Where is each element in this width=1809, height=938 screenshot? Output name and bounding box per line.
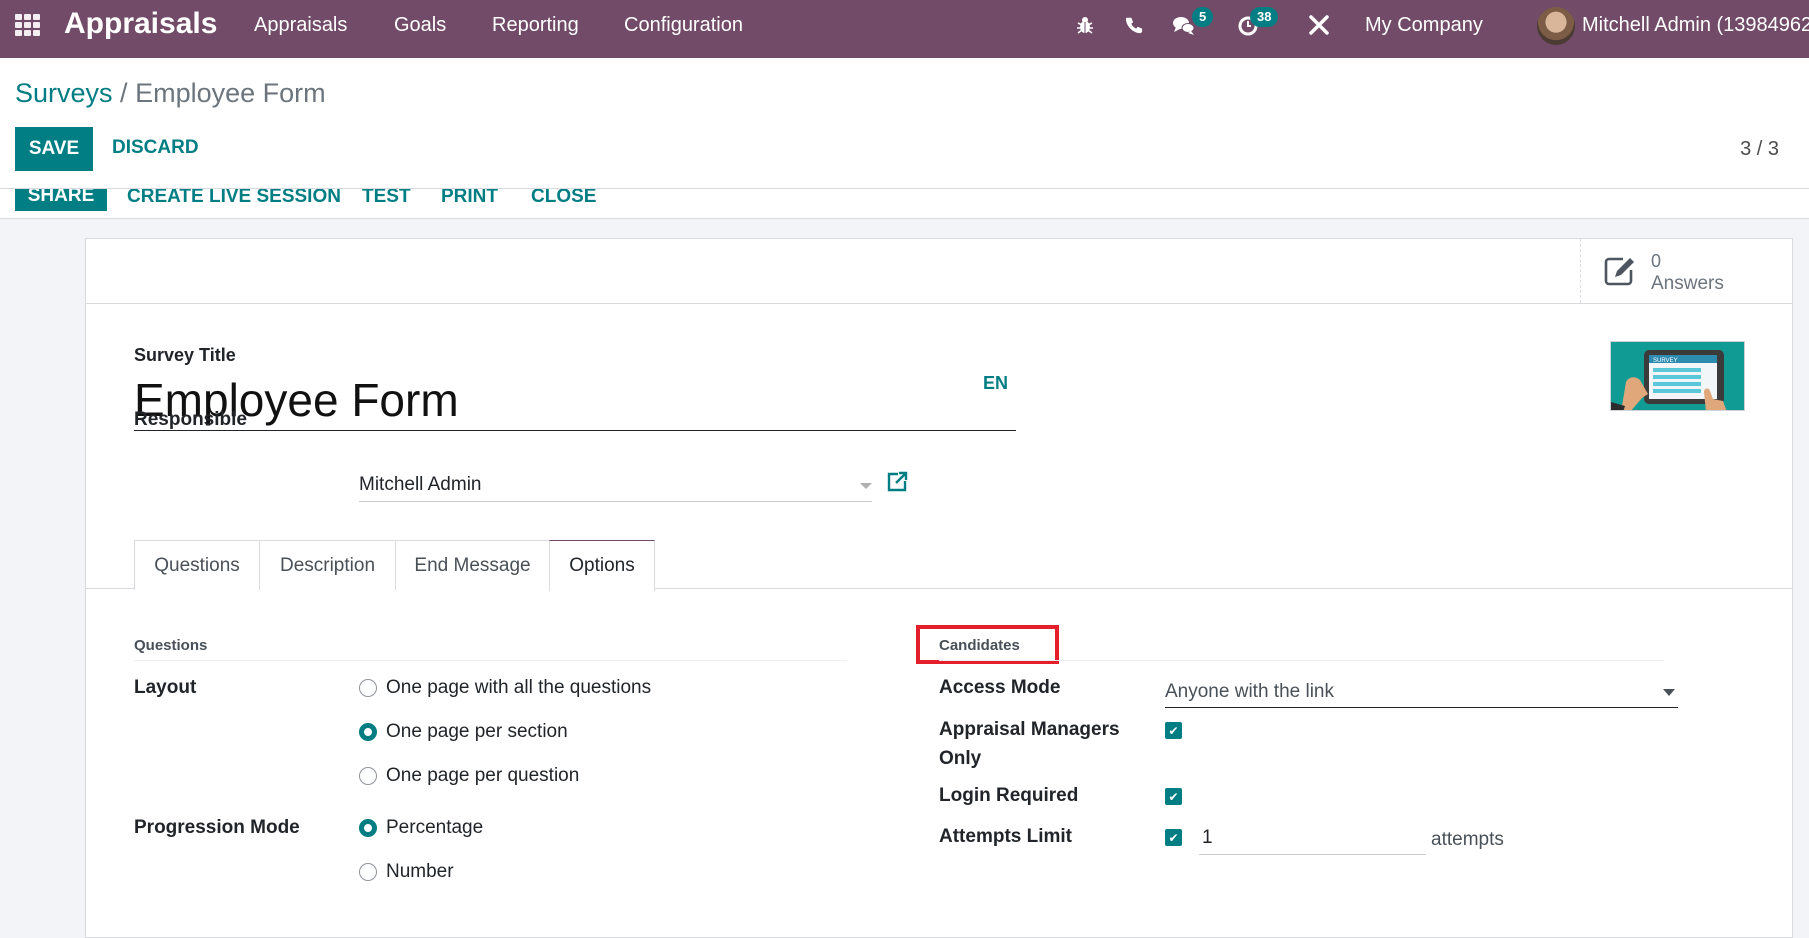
login-required-label: Login Required bbox=[939, 785, 1079, 806]
menu-configuration[interactable]: Configuration bbox=[624, 14, 743, 37]
top-navbar: Appraisals Appraisals Goals Reporting Co… bbox=[0, 0, 1809, 58]
attempts-input[interactable]: 1 bbox=[1199, 823, 1426, 855]
access-mode-label: Access Mode bbox=[939, 677, 1061, 698]
menu-goals[interactable]: Goals bbox=[394, 14, 446, 37]
pager-value[interactable]: 3 / 3 bbox=[1740, 138, 1779, 161]
attempts-limit-checkbox[interactable]: ✔ bbox=[1165, 829, 1182, 846]
appraisal-managers-label-2: Only bbox=[939, 748, 982, 769]
apps-grid-icon[interactable] bbox=[15, 14, 41, 36]
progression-radio-number[interactable] bbox=[359, 863, 377, 881]
answers-count: 0 bbox=[1651, 251, 1662, 271]
questions-section-header: Questions bbox=[134, 637, 208, 654]
user-avatar[interactable] bbox=[1537, 7, 1575, 45]
breadcrumb: Surveys / Employee Form bbox=[15, 78, 326, 109]
user-menu[interactable]: Mitchell Admin (13984962 bbox=[1582, 14, 1809, 37]
appraisal-managers-label: Appraisal Managers bbox=[939, 719, 1120, 740]
tab-description[interactable]: Description bbox=[259, 540, 396, 590]
breadcrumb-separator: / bbox=[112, 78, 136, 108]
answers-stat-button[interactable]: 0 Answers bbox=[1580, 239, 1792, 303]
layout-radio-all[interactable] bbox=[359, 679, 377, 697]
share-button[interactable]: SHARE bbox=[15, 189, 107, 211]
create-live-session-button[interactable]: CREATE LIVE SESSION bbox=[127, 189, 341, 208]
responsible-label: Responsible bbox=[134, 409, 247, 430]
progression-option-number[interactable]: Number bbox=[386, 861, 454, 883]
progression-option-percentage[interactable]: Percentage bbox=[386, 817, 483, 839]
access-mode-select[interactable]: Anyone with the link bbox=[1165, 673, 1678, 708]
language-button[interactable]: EN bbox=[983, 373, 1008, 394]
discard-button[interactable]: DISCARD bbox=[112, 137, 199, 159]
company-switcher[interactable]: My Company bbox=[1365, 14, 1483, 37]
menu-reporting[interactable]: Reporting bbox=[492, 14, 579, 37]
attempts-unit: attempts bbox=[1431, 829, 1504, 850]
external-link-icon[interactable] bbox=[886, 471, 908, 493]
app-brand[interactable]: Appraisals bbox=[64, 7, 217, 41]
tab-end-message[interactable]: End Message bbox=[395, 540, 550, 590]
save-button[interactable]: SAVE bbox=[15, 127, 93, 171]
candidates-section-header: Candidates bbox=[939, 637, 1020, 654]
cover-image-text: SURVEY bbox=[1653, 358, 1678, 364]
print-button[interactable]: PRINT bbox=[441, 189, 498, 208]
breadcrumb-surveys[interactable]: Surveys bbox=[15, 78, 113, 108]
progression-mode-label: Progression Mode bbox=[134, 817, 300, 838]
layout-label: Layout bbox=[134, 677, 197, 698]
appraisal-managers-checkbox[interactable]: ✔ bbox=[1165, 722, 1182, 739]
control-panel: Surveys / Employee Form SAVE DISCARD 3 /… bbox=[0, 58, 1809, 189]
phone-icon[interactable] bbox=[1121, 12, 1147, 38]
edit-icon bbox=[1603, 254, 1637, 288]
attempts-limit-label: Attempts Limit bbox=[939, 826, 1072, 847]
button-box: 0 Answers bbox=[86, 239, 1792, 304]
test-button[interactable]: TEST bbox=[362, 189, 411, 208]
tab-options[interactable]: Options bbox=[549, 540, 655, 591]
messages-badge: 5 bbox=[1192, 7, 1214, 27]
breadcrumb-current: Employee Form bbox=[135, 78, 326, 108]
layout-radio-question[interactable] bbox=[359, 767, 377, 785]
answers-label: Answers bbox=[1651, 273, 1724, 294]
section-divider bbox=[134, 660, 847, 661]
caret-down-icon bbox=[1663, 689, 1675, 696]
progression-radio-percentage[interactable] bbox=[359, 819, 377, 837]
tools-icon[interactable] bbox=[1306, 12, 1332, 38]
notebook-tabs: Questions Description End Message Option… bbox=[86, 540, 1792, 591]
responsible-value: Mitchell Admin bbox=[359, 474, 482, 495]
form-sheet: 0 Answers Survey Title EN SURVEY Respons… bbox=[85, 238, 1793, 938]
layout-option-all[interactable]: One page with all the questions bbox=[386, 677, 651, 699]
survey-cover-image[interactable]: SURVEY bbox=[1610, 341, 1745, 411]
responsible-field[interactable]: Mitchell Admin bbox=[359, 468, 872, 502]
login-required-checkbox[interactable]: ✔ bbox=[1165, 788, 1182, 805]
menu-appraisals[interactable]: Appraisals bbox=[254, 14, 347, 37]
close-button[interactable]: CLOSE bbox=[531, 189, 596, 208]
survey-title-input[interactable] bbox=[134, 369, 1016, 431]
chevron-down-icon[interactable] bbox=[860, 483, 872, 489]
section-divider bbox=[939, 660, 1664, 661]
activities-badge: 38 bbox=[1250, 7, 1279, 27]
layout-radio-section[interactable] bbox=[359, 723, 377, 741]
layout-option-section[interactable]: One page per section bbox=[386, 721, 568, 743]
tab-questions[interactable]: Questions bbox=[134, 540, 260, 590]
attempts-value: 1 bbox=[1202, 827, 1213, 848]
status-bar: SHARE CREATE LIVE SESSION TEST PRINT CLO… bbox=[0, 189, 1809, 219]
survey-title-label: Survey Title bbox=[134, 345, 236, 365]
bug-icon[interactable] bbox=[1072, 12, 1098, 38]
access-mode-value: Anyone with the link bbox=[1165, 681, 1334, 702]
layout-option-question[interactable]: One page per question bbox=[386, 765, 579, 787]
